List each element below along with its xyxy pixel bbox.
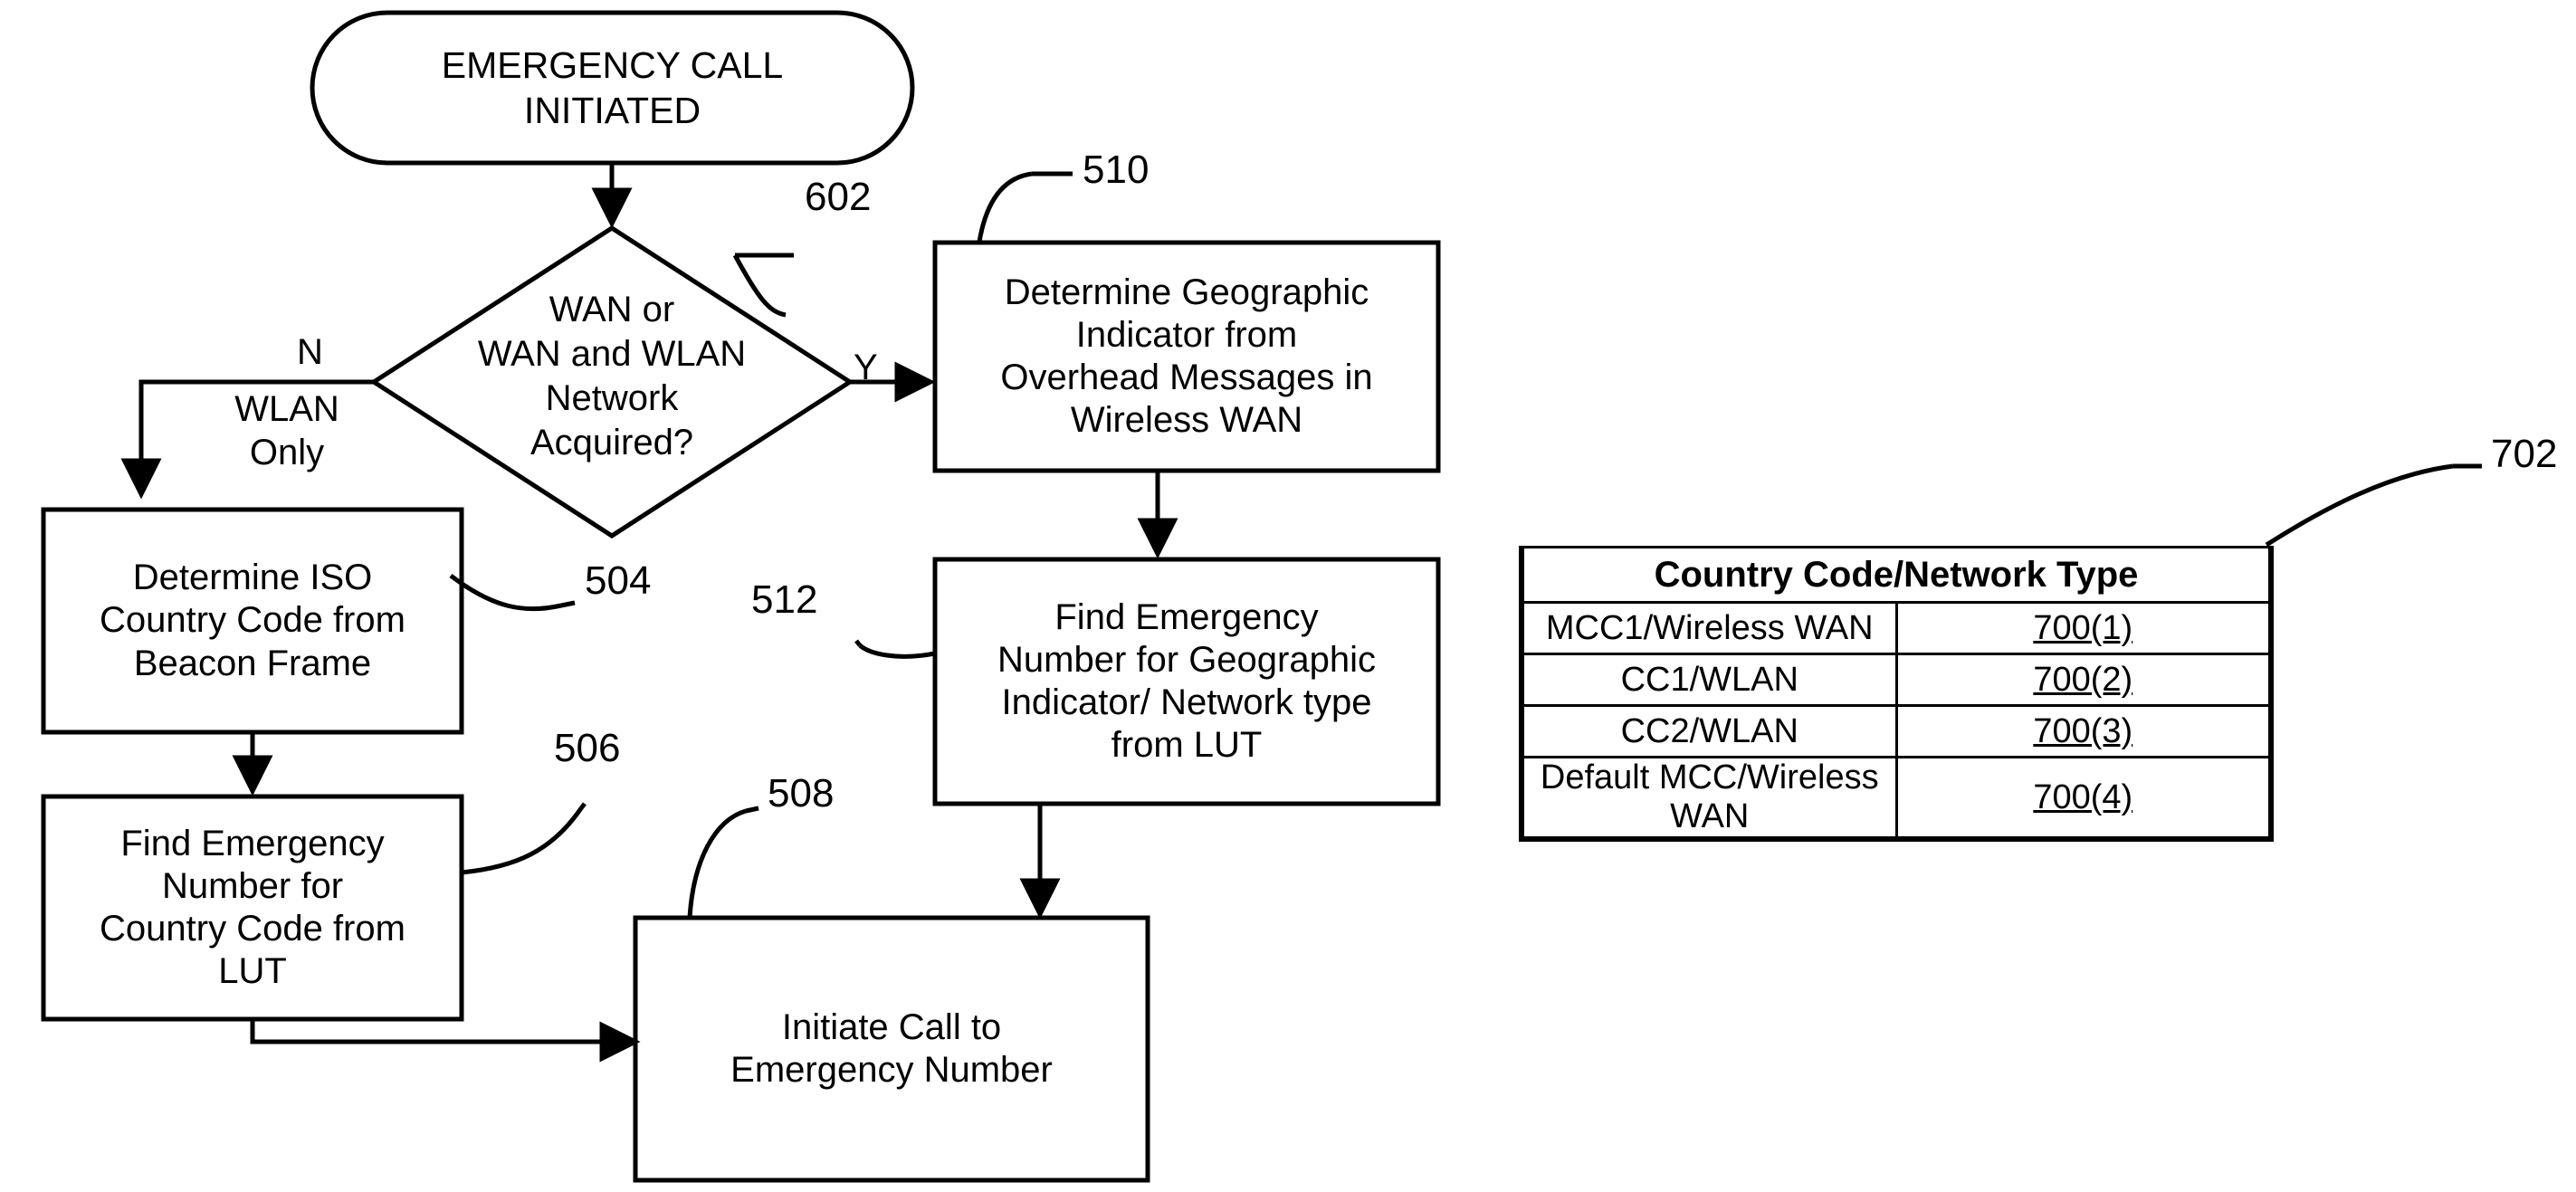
lookup-table-entry-cell: CC1/WLAN [1522,653,1898,707]
leader-line-510 [977,171,1033,243]
lookup-table-entry-cell: Default MCC/Wireless WAN [1522,756,1898,839]
box-determine-geographic-indicator-label: Determine Geographic Indicator from Over… [1000,272,1373,441]
lookup-table-ref-cell: 700(2) [1894,653,2271,707]
ref-number-508: 508 [768,771,835,815]
leader-tick-512 [854,639,862,647]
lookup-table-ref-cell: 700(3) [1894,704,2271,758]
lookup-table-ref-number: 700(2) [2033,660,2133,699]
lookup-table-ref-cell: 700(1) [1894,601,2271,655]
lookup-table-grid: Country Code/Network Type MCC1/Wireless … [1522,548,2271,839]
ref-number-504: 504 [585,558,652,603]
patent-figure-flowchart: EMERGENCY CALL INITIATED WAN or WAN and … [0,0,2576,1192]
lookup-table-ref-number: 700(1) [2033,608,2133,647]
lookup-table-ref-number: 700(3) [2033,711,2133,750]
leader-tick-506 [579,802,587,810]
ref-number-602: 602 [805,175,872,219]
box-find-emergency-number-country-code-label: Find Emergency Number for Country Code f… [100,823,405,992]
lookup-table-entry-cell: MCC1/Wireless WAN [1522,601,1898,655]
ref-number-510: 510 [1083,148,1150,192]
lookup-table-entry-cell: CC2/WLAN [1522,704,1898,758]
lookup-table-ref-number: 700(4) [2033,777,2133,816]
lookup-table-row: MCC1/Wireless WAN 700(1) [1522,601,2271,655]
leader-line-702 [2265,463,2454,548]
ref-number-512: 512 [751,577,818,622]
leader-line-506 [461,806,584,875]
decision-label: WAN or WAN and WLAN Network Acquired? [477,290,747,462]
box-initiate-call-label: Initiate Call to Emergency Number [730,1006,1053,1090]
decision-yes-label: Y [854,348,878,387]
connector-find-number-to-initiate-call [250,1019,641,1063]
leader-tick-508 [745,806,759,814]
start-node-label: EMERGENCY CALL INITIATED [441,43,784,131]
ref-number-702: 702 [2491,432,2558,476]
leader-line-512 [858,644,936,659]
ref-number-506: 506 [554,726,621,770]
leader-line-508 [687,808,747,919]
decision-no-label: N [297,332,323,372]
lookup-table-row: CC2/WLAN 700(3) [1522,704,2271,758]
box-determine-iso-country-code-label: Determine ISO Country Code from Beacon F… [100,558,405,683]
lookup-table-ref-cell: 700(4) [1894,756,2271,839]
lookup-table-header-cell: Country Code/Network Type [1522,548,2271,604]
decision-no-sublabel: WLAN Only [234,389,339,472]
lookup-table-header-row: Country Code/Network Type [1522,548,2271,604]
lookup-table-row: Default MCC/Wireless WAN 700(4) [1522,756,2271,839]
lookup-table-row: CC1/WLAN 700(2) [1522,653,2271,707]
leader-tick-504 [560,600,576,608]
leader-line-504 [449,574,562,612]
box-find-emergency-number-geographic-label: Find Emergency Number for Geographic Ind… [997,596,1376,766]
lookup-table: Country Code/Network Type MCC1/Wireless … [1519,546,2274,842]
